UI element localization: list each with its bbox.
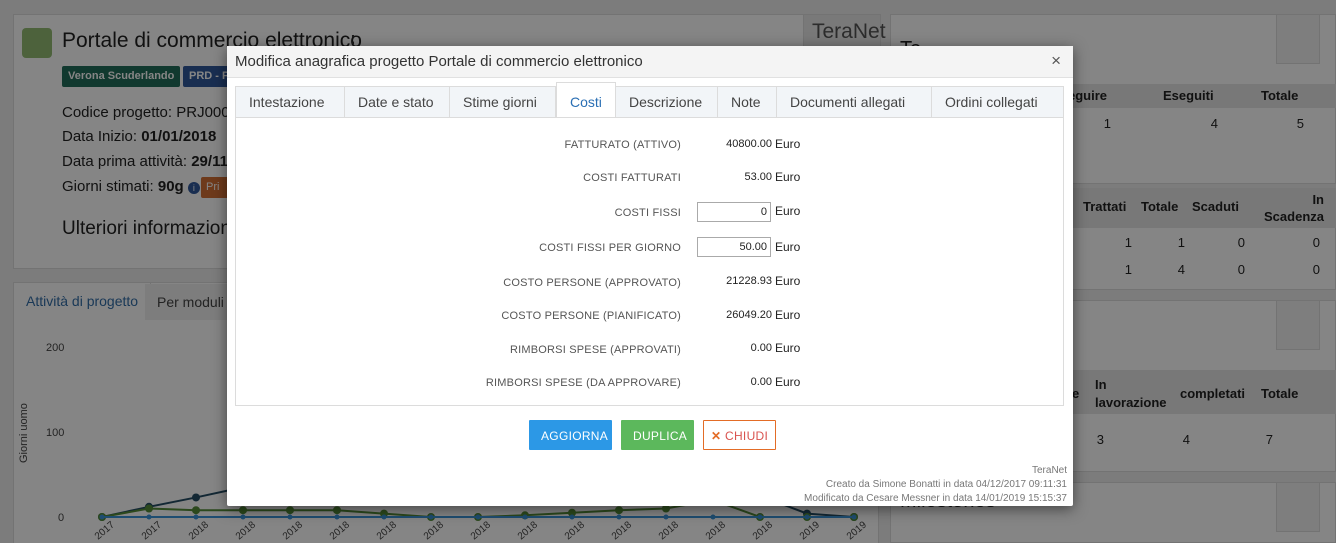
rimborsi-da-approvare-value: 0.00 [750,376,772,388]
rimborsi-approvati-label: RIMBORSI SPESE (APPROVATI) [509,344,681,356]
costi-fissi-giorno-unit: Euro [775,240,801,254]
footer-brand: TeraNet [1031,465,1067,476]
costi-fissi-giorno-input[interactable] [697,237,771,257]
costi-fissi-giorno-label: COSTI FISSI PER GIORNO [539,242,681,254]
costo-persone-approvato-label: COSTO PERSONE (APPROVATO) [503,277,681,289]
modal-title: Modifica anagrafica progetto Portale di … [235,53,643,70]
tab-note[interactable]: Note [718,87,777,118]
tab-documenti-allegati[interactable]: Documenti allegati [777,87,932,118]
chiudi-label: CHIUDI [725,429,769,443]
fatturato-unit: Euro [775,137,801,151]
costi-fissi-label: COSTI FISSI [614,207,681,219]
costi-fatturati-unit: Euro [775,170,801,184]
close-icon: ✕ [711,429,722,443]
costo-persone-approvato-value: 21228.93 [726,275,772,287]
footer-created: Creato da Simone Bonatti in data 04/12/2… [825,479,1067,490]
tab-ordini-collegati[interactable]: Ordini collegati [932,87,1064,118]
costi-tab-content: FATTURATO (ATTIVO) 40800.00 Euro COSTI F… [235,117,1064,406]
costi-fatturati-value: 53.00 [744,171,772,183]
fatturato-value: 40800.00 [726,138,772,150]
rimborsi-approvati-value: 0.00 [750,342,772,354]
costi-fissi-unit: Euro [775,204,801,218]
costo-persone-approvato-unit: Euro [775,274,801,288]
close-icon[interactable]: × [1051,51,1061,71]
modal-tabs: Intestazione Date e stato Stime giorni C… [235,82,1064,119]
footer-modified: Modificato da Cesare Messner in data 14/… [804,493,1067,504]
tab-descrizione[interactable]: Descrizione [616,87,718,118]
modal-header: Modifica anagrafica progetto Portale di … [227,46,1073,78]
tab-costi[interactable]: Costi [556,82,616,119]
duplica-button[interactable]: DUPLICA [621,420,694,450]
edit-project-modal: Modifica anagrafica progetto Portale di … [227,46,1073,506]
costo-persone-pianificato-label: COSTO PERSONE (PIANIFICATO) [501,310,681,322]
rimborsi-da-approvare-label: RIMBORSI SPESE (DA APPROVARE) [485,377,681,389]
fatturato-label: FATTURATO (ATTIVO) [564,139,681,151]
aggiorna-button[interactable]: AGGIORNA [529,420,612,450]
rimborsi-approvati-unit: Euro [775,341,801,355]
tab-date-e-stato[interactable]: Date e stato [345,87,450,118]
costo-persone-pianificato-value: 26049.20 [726,309,772,321]
rimborsi-da-approvare-unit: Euro [775,375,801,389]
costi-fissi-input[interactable] [697,202,771,222]
tab-intestazione[interactable]: Intestazione [236,87,345,118]
chiudi-button[interactable]: ✕ CHIUDI [703,420,776,450]
tab-stime-giorni[interactable]: Stime giorni [450,87,556,118]
costi-fatturati-label: COSTI FATTURATI [583,172,681,184]
costo-persone-pianificato-unit: Euro [775,308,801,322]
